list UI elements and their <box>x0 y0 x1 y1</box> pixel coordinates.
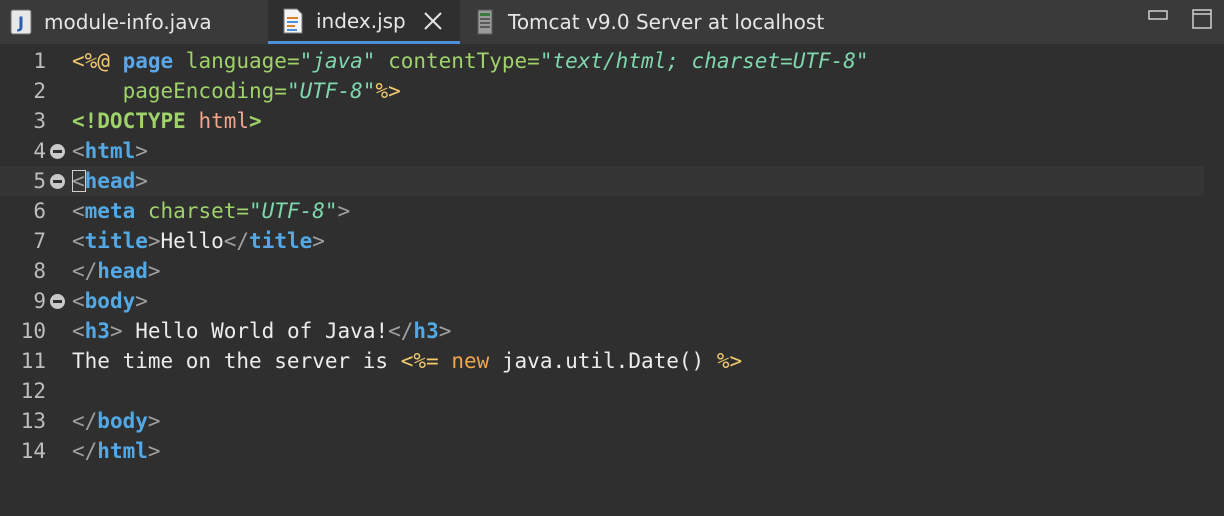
code-text: <%@ page language="java" contentType="te… <box>72 49 869 73</box>
code-line[interactable]: 10 <h3> Hello World of Java!</h3> <box>0 316 1204 346</box>
line-number: 10 <box>20 319 46 343</box>
code-text: </body> <box>72 409 161 433</box>
code-text: <meta charset="UTF-8"> <box>72 199 351 223</box>
fold-collapse-icon[interactable] <box>50 294 65 309</box>
code-line[interactable]: 3 <!DOCTYPE html> <box>0 106 1204 136</box>
code-text: </head> <box>72 259 161 283</box>
java-file-icon: J <box>10 9 32 35</box>
tab-label: index.jsp <box>316 8 406 33</box>
line-number: 4 <box>33 139 46 163</box>
line-number: 5 <box>33 169 46 193</box>
code-text: </html> <box>72 439 161 463</box>
line-number: 9 <box>33 289 46 313</box>
code-text: <body> <box>72 289 148 313</box>
code-text: <h3> Hello World of Java!</h3> <box>72 319 452 343</box>
line-number: 3 <box>33 109 46 133</box>
code-editor[interactable]: 1 <%@ page language="java" contentType="t… <box>0 44 1224 516</box>
tab-label: module-info.java <box>44 10 212 34</box>
code-text: pageEncoding="UTF-8"%> <box>72 79 401 103</box>
code-line[interactable]: 9 <body> <box>0 286 1204 316</box>
svg-text:J: J <box>17 13 24 32</box>
code-line[interactable]: 13 </body> <box>0 406 1204 436</box>
line-number: 2 <box>33 79 46 103</box>
code-line[interactable]: 7 <title>Hello</title> <box>0 226 1204 256</box>
minimize-icon[interactable] <box>1146 6 1170 30</box>
code-line[interactable]: 11 The time on the server is <%= new java… <box>0 346 1204 376</box>
tab-label: Tomcat v9.0 Server at localhost <box>508 10 825 34</box>
line-number: 12 <box>20 379 46 403</box>
tab-module-info-java[interactable]: J module-info.java <box>0 0 268 44</box>
line-number: 8 <box>33 259 46 283</box>
code-line[interactable]: 12 <box>0 376 1204 406</box>
line-number: 11 <box>20 349 46 373</box>
code-text: <!DOCTYPE html> <box>72 109 262 133</box>
fold-collapse-icon[interactable] <box>50 174 65 189</box>
line-number: 6 <box>33 199 46 223</box>
tab-tomcat-server[interactable]: Tomcat v9.0 Server at localhost <box>460 0 880 44</box>
maximize-icon[interactable] <box>1190 6 1214 30</box>
line-number: 13 <box>20 409 46 433</box>
line-number: 14 <box>20 439 46 463</box>
line-number: 1 <box>33 49 46 73</box>
tab-index-jsp[interactable]: index.jsp <box>268 0 460 44</box>
code-text: <title>Hello</title> <box>72 229 325 253</box>
close-tab-icon[interactable] <box>422 10 444 32</box>
code-line[interactable]: 2 pageEncoding="UTF-8"%> <box>0 76 1204 106</box>
line-number: 7 <box>33 229 46 253</box>
server-icon <box>474 9 496 35</box>
editor-tab-bar: J module-info.java index.jsp Tomcat v9.0… <box>0 0 1224 45</box>
code-line[interactable]: 14 </html> <box>0 436 1204 466</box>
text-cursor <box>72 170 86 192</box>
jsp-file-icon <box>282 8 304 34</box>
code-text: The time on the server is <%= new java.u… <box>72 349 743 373</box>
code-line[interactable]: 1 <%@ page language="java" contentType="t… <box>0 46 1204 76</box>
code-line[interactable]: 6 <meta charset="UTF-8"> <box>0 196 1204 226</box>
code-line[interactable]: 4 <html> <box>0 136 1204 166</box>
code-line[interactable]: 5 <head> <box>0 166 1204 196</box>
code-line[interactable]: 8 </head> <box>0 256 1204 286</box>
code-text: <html> <box>72 139 148 163</box>
fold-collapse-icon[interactable] <box>50 144 65 159</box>
